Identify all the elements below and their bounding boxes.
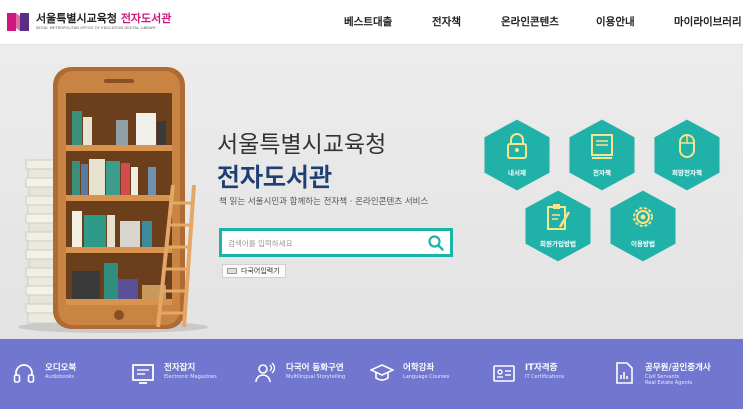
nav-online-content[interactable]: 온라인콘텐츠 xyxy=(501,14,559,29)
headphones-icon xyxy=(13,364,35,383)
search-icon[interactable] xyxy=(427,234,445,252)
category-title: 오디오북 xyxy=(45,363,77,373)
hero-title-org: 서울특별시교육청 xyxy=(217,132,387,158)
mouse-icon xyxy=(679,134,695,158)
lock-icon xyxy=(507,133,527,159)
category-subtitle: Civil Servants Real Estate Agents xyxy=(645,374,693,386)
quick-link-requested-ebooks[interactable]: 희망전자책 xyxy=(652,117,722,193)
book-icon xyxy=(591,134,613,159)
site-header: 서울특별시교육청 전자도서관 SEOUL METROPOLITAN OFFICE… xyxy=(0,0,743,45)
quick-link-label: 희망전자책 xyxy=(672,169,702,177)
search-box xyxy=(219,228,453,257)
quick-link-label: 이용방법 xyxy=(631,240,655,248)
hero-subtitle: 책 읽는 서울시민과 함께하는 전자책 · 온라인콘텐츠 서비스 xyxy=(219,197,429,207)
quick-link-label: 전자책 xyxy=(593,169,611,177)
quick-link-how-to-use[interactable]: 이용방법 xyxy=(608,188,678,264)
quick-link-label: 회원가입방법 xyxy=(540,240,576,248)
category-subtitle: Language Courses xyxy=(403,374,450,380)
category-it-certifications[interactable]: IT자격증 IT Certifications xyxy=(492,359,602,391)
category-civil-service-realty[interactable]: 공무원/공인중개사 Civil Servants Real Estate Age… xyxy=(612,359,742,391)
graduation-cap-icon xyxy=(370,364,394,381)
document-chart-icon xyxy=(616,362,633,384)
category-audiobooks[interactable]: 오디오북 Audiobooks xyxy=(12,359,122,391)
quick-link-label: 내서재 xyxy=(508,169,526,177)
quick-link-signup-guide[interactable]: 회원가입방법 xyxy=(523,188,593,264)
quick-link-ebooks[interactable]: 전자책 xyxy=(567,117,637,193)
category-title: 공무원/공인중개사 xyxy=(645,363,711,373)
quick-link-my-library[interactable]: 내서재 xyxy=(482,117,552,193)
category-storytelling[interactable]: 다국어 동화구연 Multilingual Storytelling xyxy=(253,359,363,391)
nav-my-library[interactable]: 마이라이브러리 xyxy=(674,14,742,29)
category-title: 전자잡지 xyxy=(164,363,196,373)
keyboard-icon xyxy=(227,268,237,274)
nav-best-loans[interactable]: 베스트대출 xyxy=(344,14,392,29)
logo-mark-icon xyxy=(7,13,29,31)
category-title: 다국어 동화구연 xyxy=(286,363,344,373)
category-title: 어학강좌 xyxy=(403,363,435,373)
category-subtitle: Electronic Magazines xyxy=(164,374,217,380)
hero-title-library: 전자도서관 xyxy=(217,163,333,192)
category-language-courses[interactable]: 어학강좌 Language Courses xyxy=(370,359,480,391)
category-subtitle: Audiobooks xyxy=(45,374,75,380)
category-emagazines[interactable]: 전자잡지 Electronic Magazines xyxy=(131,359,246,391)
site-logo[interactable]: 서울특별시교육청 전자도서관 SEOUL METROPOLITAN OFFICE… xyxy=(6,8,176,38)
id-card-icon xyxy=(493,365,515,382)
hero-section: 서울특별시교육청 전자도서관 책 읽는 서울시민과 함께하는 전자책 · 온라인… xyxy=(0,45,743,339)
clipboard-pen-icon xyxy=(547,204,571,230)
category-bar: 오디오북 Audiobooks 전자잡지 Electronic Magazine… xyxy=(0,339,743,409)
storyteller-icon xyxy=(255,362,276,383)
nav-usage-guide[interactable]: 이용안내 xyxy=(596,14,635,29)
category-title: IT자격증 xyxy=(525,363,558,373)
logo-subtitle: SEOUL METROPOLITAN OFFICE OF EDUCATION D… xyxy=(36,26,156,30)
magazine-icon xyxy=(132,364,154,384)
search-input[interactable] xyxy=(228,233,418,253)
category-subtitle: Multilingual Storytelling xyxy=(286,374,346,380)
multilingual-input-button[interactable]: 다국어입력기 xyxy=(222,264,286,278)
nav-ebooks[interactable]: 전자책 xyxy=(432,14,461,29)
multilingual-input-label: 다국어입력기 xyxy=(241,267,280,275)
gear-icon xyxy=(633,207,653,227)
bookshelf-phone-illustration xyxy=(18,67,208,333)
category-subtitle: IT Certifications xyxy=(525,374,565,380)
logo-title: 서울특별시교육청 전자도서관 xyxy=(36,12,172,25)
